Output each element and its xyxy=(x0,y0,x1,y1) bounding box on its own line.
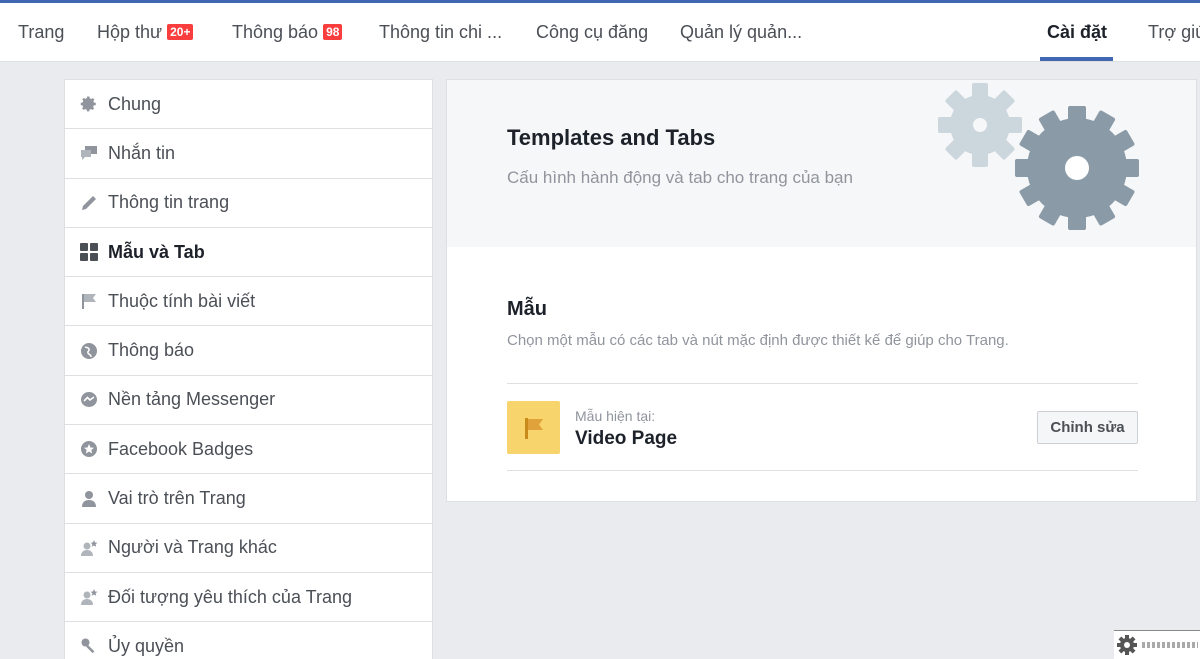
tab-notifications[interactable]: Thông báo 98 xyxy=(232,3,343,61)
flag-icon xyxy=(78,290,100,312)
inbox-count-badge: 20+ xyxy=(167,24,194,40)
key-icon xyxy=(78,635,100,657)
tab-label: Quản lý quản... xyxy=(680,21,803,42)
template-thumbnail xyxy=(507,401,560,454)
active-tab-indicator xyxy=(1040,57,1113,61)
sidebar-item-page-info[interactable]: Thông tin trang xyxy=(65,179,432,228)
sidebar-item-notifications[interactable]: Thông báo xyxy=(65,326,432,376)
flag-icon xyxy=(524,417,543,439)
page-top-nav: Trang Hộp thư 20+ Thông báo 98 Thông tin… xyxy=(0,0,1200,62)
person-icon xyxy=(78,488,100,510)
grid-icon xyxy=(78,241,100,263)
globe-icon xyxy=(78,340,100,362)
sidebar-item-label: Mẫu và Tab xyxy=(108,241,205,262)
chat-bubbles-icon xyxy=(78,142,100,164)
divider xyxy=(507,383,1138,384)
sidebar-item-post-attribution[interactable]: Thuộc tính bài viết xyxy=(65,277,432,327)
page-subtitle: Cấu hình hành động và tab cho trang của … xyxy=(507,168,853,187)
large-gear-illustration-icon xyxy=(1015,106,1139,230)
pencil-icon xyxy=(78,192,100,214)
sidebar-item-label: Chung xyxy=(108,93,162,114)
tab-label: Trợ giú xyxy=(1148,21,1200,42)
current-template-label: Mẫu hiện tại: xyxy=(575,408,656,424)
sidebar-item-label: Facebook Badges xyxy=(108,438,254,459)
sidebar-item-page-roles[interactable]: Vai trò trên Trang xyxy=(65,474,432,524)
sidebar-item-label: Thông tin trang xyxy=(108,192,230,213)
sidebar-item-templates-tabs[interactable]: Mẫu và Tab xyxy=(65,228,432,278)
edit-template-button[interactable]: Chỉnh sửa xyxy=(1037,411,1138,444)
sidebar-item-label: Đối tượng yêu thích của Trang xyxy=(108,586,352,607)
tab-inbox[interactable]: Hộp thư 20+ xyxy=(97,3,194,61)
settings-sidebar: Chung Nhắn tin Thông tin trang Mẫu và Ta… xyxy=(64,79,433,659)
star-badge-icon xyxy=(78,438,100,460)
current-template-name: Video Page xyxy=(575,428,678,449)
sidebar-item-preferred-audience[interactable]: Đối tượng yêu thích của Trang xyxy=(65,573,432,623)
tab-insights[interactable]: Thông tin chi ... xyxy=(379,3,502,61)
tab-label: Cài đặt xyxy=(1047,21,1108,42)
tab-trang[interactable]: Trang xyxy=(18,3,64,61)
sidebar-item-authorization[interactable]: Ủy quyền xyxy=(65,622,432,659)
template-section-title: Mẫu xyxy=(507,298,547,320)
tab-settings[interactable]: Cài đặt xyxy=(1047,3,1107,61)
sidebar-item-general[interactable]: Chung xyxy=(65,80,432,130)
sidebar-item-people-other-pages[interactable]: Người và Trang khác xyxy=(65,524,432,573)
template-section-description: Chọn một mẫu có các tab và nút mặc định … xyxy=(507,332,1009,349)
templates-tabs-panel: Templates and Tabs Cấu hình hành động và… xyxy=(446,79,1197,502)
sidebar-item-messenger-platform[interactable]: Nền tảng Messenger xyxy=(65,376,432,426)
divider xyxy=(507,470,1138,471)
notification-count-badge: 98 xyxy=(323,24,343,40)
messenger-icon xyxy=(78,389,100,411)
gear-icon xyxy=(78,93,100,115)
panel-header: Templates and Tabs Cấu hình hành động và… xyxy=(447,80,1196,247)
sidebar-item-messaging[interactable]: Nhắn tin xyxy=(65,129,432,179)
tab-label: Trang xyxy=(18,21,65,42)
person-star-icon xyxy=(78,537,100,559)
corner-widget-text xyxy=(1142,642,1198,648)
tab-publishing-tools[interactable]: Công cụ đăng xyxy=(536,3,648,61)
corner-widget[interactable] xyxy=(1114,630,1200,659)
page-title: Templates and Tabs xyxy=(507,125,716,150)
tab-help[interactable]: Trợ giú xyxy=(1148,3,1200,61)
gear-icon xyxy=(1117,635,1137,655)
sidebar-item-label: Nền tảng Messenger xyxy=(108,389,276,410)
person-star-icon xyxy=(78,586,100,608)
tab-label: Thông tin chi ... xyxy=(379,21,503,42)
tab-label: Công cụ đăng xyxy=(536,21,649,42)
tab-label: Thông báo xyxy=(232,21,319,42)
sidebar-item-label: Thuộc tính bài viết xyxy=(108,290,256,311)
tab-ad-manager[interactable]: Quản lý quản... xyxy=(680,3,802,61)
tab-label: Hộp thư xyxy=(97,21,163,42)
sidebar-item-facebook-badges[interactable]: Facebook Badges xyxy=(65,425,432,475)
sidebar-item-label: Nhắn tin xyxy=(108,142,176,163)
sidebar-item-label: Người và Trang khác xyxy=(108,537,277,558)
sidebar-item-label: Ủy quyền xyxy=(108,635,185,656)
sidebar-item-label: Vai trò trên Trang xyxy=(108,488,246,509)
sidebar-item-label: Thông báo xyxy=(108,340,195,361)
